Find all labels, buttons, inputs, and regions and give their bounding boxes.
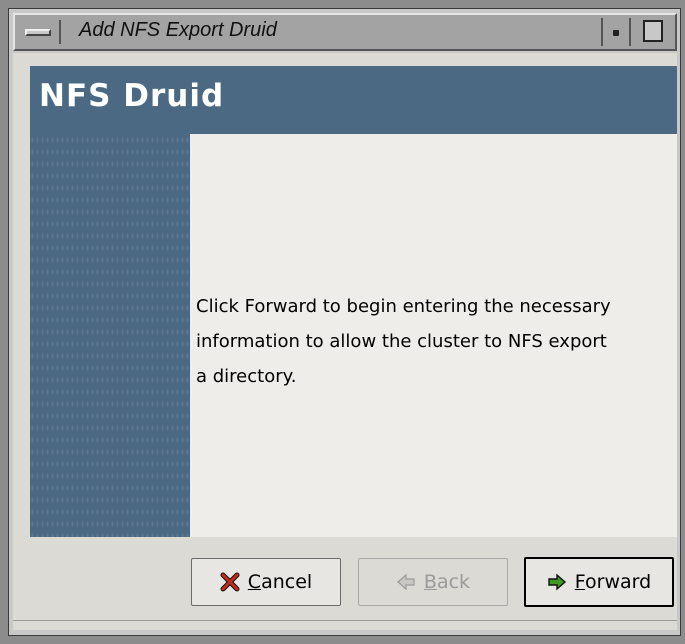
druid-description-line: a directory. <box>196 366 297 387</box>
druid-description-line: information to allow the cluster to NFS … <box>196 331 607 352</box>
druid-description-line: Click Forward to begin entering the nece… <box>196 296 611 317</box>
status-bar <box>13 620 677 631</box>
window-title: Add NFS Export Druid <box>79 19 277 41</box>
druid-page: Click Forward to begin entering the nece… <box>190 134 677 537</box>
window-menu-icon <box>25 29 51 36</box>
title-bar[interactable]: Add NFS Export Druid <box>13 13 677 51</box>
maximize-icon <box>643 20 663 42</box>
cancel-label: Cancel <box>247 571 313 593</box>
maximize-button[interactable] <box>637 18 671 46</box>
druid-title: NFS Druid <box>39 78 225 114</box>
cancel-x-icon <box>220 572 240 592</box>
druid-side-watermark <box>30 134 190 537</box>
forward-arrow-icon <box>547 572 567 592</box>
window: Add NFS Export Druid NFS Druid Click For… <box>0 0 685 644</box>
druid-description: Click Forward to begin entering the nece… <box>196 289 674 394</box>
minimize-icon <box>613 30 619 36</box>
back-button[interactable]: Back <box>358 558 508 606</box>
button-row: Cancel Back Forward <box>13 543 677 607</box>
minimize-button[interactable] <box>601 18 631 46</box>
forward-button[interactable]: Forward <box>524 557 674 607</box>
back-label: Back <box>423 571 471 593</box>
back-arrow-icon <box>396 572 416 592</box>
druid-panel: NFS Druid Click Forward to begin enterin… <box>30 66 677 537</box>
dialog-body: NFS Druid Click Forward to begin enterin… <box>13 53 677 630</box>
cancel-button[interactable]: Cancel <box>191 558 341 606</box>
forward-label: Forward <box>574 571 652 593</box>
window-menu-button[interactable] <box>19 20 61 44</box>
